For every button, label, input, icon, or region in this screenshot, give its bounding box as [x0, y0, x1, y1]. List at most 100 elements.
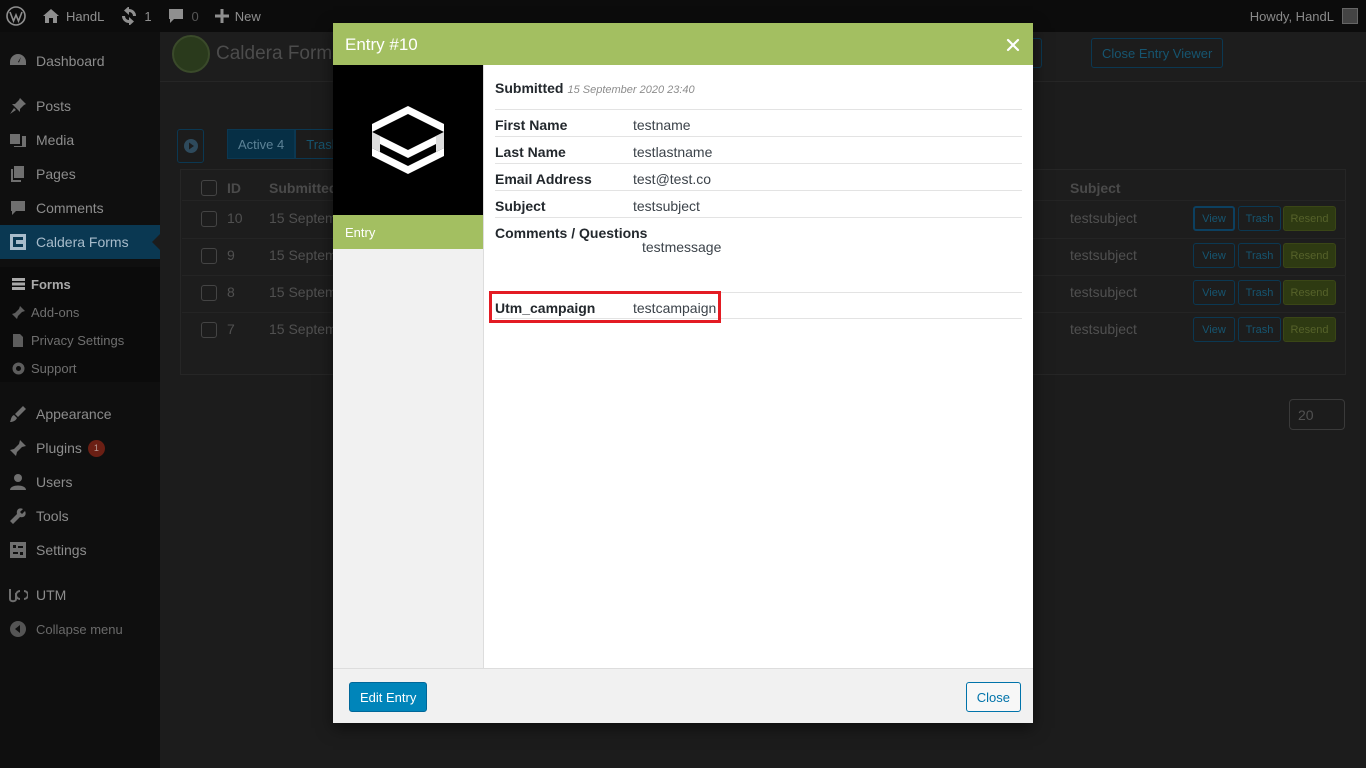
view-button[interactable]: View	[1193, 206, 1235, 231]
view-button[interactable]: View	[1193, 317, 1235, 342]
select-all-checkbox[interactable]	[201, 180, 217, 196]
sidebar-item-settings[interactable]: Settings	[0, 533, 160, 567]
submenu-label: Support	[31, 360, 77, 376]
submenu-support[interactable]: Support	[0, 354, 160, 382]
dashboard-icon	[0, 52, 36, 70]
my-account-link[interactable]: Howdy, HandL	[1250, 8, 1366, 24]
row-checkbox[interactable]	[201, 285, 217, 301]
edit-entry-button[interactable]: Edit Entry	[349, 682, 428, 712]
caldera-icon	[0, 233, 36, 251]
comment-bubble-icon	[168, 8, 184, 24]
trash-button[interactable]: Trash	[1238, 280, 1281, 305]
field-row-subject: Subject testsubject	[495, 190, 1022, 217]
sidebar-item-label: UTM	[36, 587, 67, 603]
wrench-icon	[0, 507, 36, 525]
field-row-first-name: First Name testname	[495, 109, 1022, 136]
trash-button[interactable]: Trash	[1238, 243, 1281, 268]
sidebar-item-posts[interactable]: Posts	[0, 89, 160, 123]
sidebar-item-dashboard[interactable]: Dashboard	[0, 44, 160, 78]
sidebar-item-label: Dashboard	[36, 53, 105, 69]
field-label: Subject	[495, 198, 546, 214]
sidebar-item-label: Users	[36, 474, 73, 490]
sidebar-item-label: Appearance	[36, 406, 112, 422]
sidebar-item-users[interactable]: Users	[0, 465, 160, 499]
view-button[interactable]: View	[1193, 243, 1235, 268]
page-title: Caldera Forms	[216, 43, 342, 64]
plugin-icon	[0, 439, 36, 457]
entry-details: Submitted 15 September 2020 23:40 First N…	[484, 65, 1033, 668]
utm-campaign-highlight-box	[489, 291, 721, 323]
play-icon[interactable]	[177, 129, 204, 163]
column-header-id: ID	[227, 180, 241, 196]
comments-link[interactable]: 0	[160, 0, 207, 32]
resend-button[interactable]: Resend	[1283, 206, 1336, 231]
field-value: testlastname	[633, 144, 713, 160]
new-content-link[interactable]: New	[207, 0, 269, 32]
tab-entry[interactable]: Entry	[333, 215, 483, 249]
caldera-submenu: Forms Add-ons Privacy Settings Support	[0, 267, 160, 382]
submenu-privacy-settings[interactable]: Privacy Settings	[0, 326, 160, 354]
sidebar-item-label: Plugins	[36, 440, 82, 456]
sidebar-item-media[interactable]: Media	[0, 123, 160, 157]
sidebar-item-tools[interactable]: Tools	[0, 499, 160, 533]
pin-icon	[0, 97, 36, 115]
sidebar-item-label: Tools	[36, 508, 69, 524]
sidebar-item-utm[interactable]: UTM	[0, 578, 160, 612]
site-name: HandL	[66, 8, 105, 24]
row-checkbox[interactable]	[201, 322, 217, 338]
updates-count: 1	[144, 8, 152, 24]
avatar	[1342, 8, 1358, 24]
submitted-date: 15 September 2020 23:40	[567, 84, 695, 96]
submenu-label: Privacy Settings	[31, 332, 125, 348]
sidebar-item-plugins[interactable]: Plugins 1	[0, 431, 160, 465]
submenu-label: Add-ons	[31, 304, 80, 320]
plus-icon	[214, 9, 229, 23]
sidebar-item-caldera-forms[interactable]: Caldera Forms	[0, 225, 160, 259]
admin-sidebar: Dashboard Posts Media Pages Comments Cal…	[0, 32, 160, 768]
submenu-add-ons[interactable]: Add-ons	[0, 298, 160, 326]
close-button[interactable]: Close	[965, 682, 1021, 712]
row-submitted: 15 Septem	[269, 247, 337, 263]
per-page-input[interactable]: 20	[1289, 399, 1345, 430]
sidebar-item-appearance[interactable]: Appearance	[0, 397, 160, 431]
submenu-label: Forms	[31, 276, 71, 292]
wordpress-logo-icon[interactable]	[0, 0, 34, 32]
submenu-forms[interactable]: Forms	[0, 270, 160, 298]
row-id: 8	[227, 284, 235, 300]
collapse-icon	[0, 621, 36, 637]
view-button[interactable]: View	[1193, 280, 1235, 305]
tab-active[interactable]: Active 4	[227, 129, 296, 159]
comments-count: 0	[191, 8, 199, 24]
sidebar-item-pages[interactable]: Pages	[0, 157, 160, 191]
field-label: Comments / Questions	[495, 225, 648, 241]
updates-link[interactable]: 1	[112, 0, 159, 32]
howdy-text: Howdy, HandL	[1249, 8, 1334, 24]
close-entry-viewer-button[interactable]: Close Entry Viewer	[1091, 38, 1224, 68]
new-label: New	[234, 8, 261, 24]
submitted-label: Submitted	[495, 80, 564, 96]
trash-button[interactable]: Trash	[1238, 206, 1281, 231]
media-icon	[0, 131, 36, 149]
entry-modal: Entry #10 Entry Submitted 15 September 20…	[333, 23, 1033, 723]
field-label: Last Name	[495, 144, 566, 160]
row-checkbox[interactable]	[201, 248, 217, 264]
collapse-menu-button[interactable]: Collapse menu	[0, 612, 160, 646]
row-checkbox[interactable]	[201, 211, 217, 227]
home-icon	[42, 8, 60, 24]
field-row-comments: Comments / Questions testmessage	[495, 217, 1022, 292]
resend-button[interactable]: Resend	[1283, 243, 1336, 268]
resend-button[interactable]: Resend	[1283, 317, 1336, 342]
entry-status-tabs: Active 4 Trash	[227, 129, 350, 159]
resend-button[interactable]: Resend	[1283, 280, 1336, 305]
column-header-submitted: Submitted	[269, 180, 338, 196]
sidebar-item-comments[interactable]: Comments	[0, 191, 160, 225]
caldera-logo	[172, 35, 210, 73]
comment-icon	[0, 199, 36, 217]
sidebar-item-label: Caldera Forms	[36, 234, 129, 250]
close-icon[interactable]	[1005, 37, 1021, 53]
trash-button[interactable]: Trash	[1238, 317, 1281, 342]
site-name-link[interactable]: HandL	[34, 0, 112, 32]
row-subject: testsubject	[1070, 321, 1137, 337]
plugin-icon	[12, 305, 28, 319]
sidebar-item-label: Pages	[36, 166, 76, 182]
